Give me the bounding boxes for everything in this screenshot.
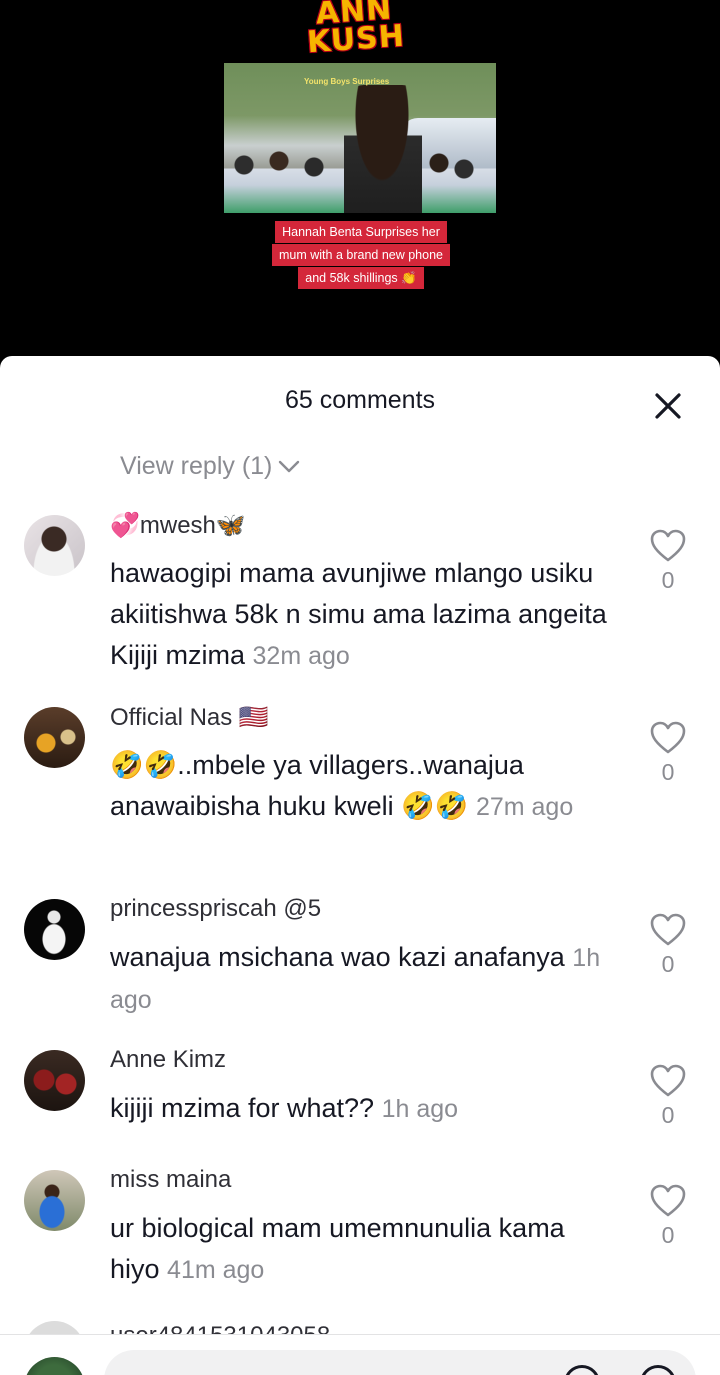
comment-text: 🤣🤣..mbele ya villagers..wanajua anawaibi… xyxy=(110,745,610,828)
video-caption: Hannah Benta Surprises her mum with a br… xyxy=(262,221,460,290)
comment-username[interactable]: miss maina xyxy=(110,1166,231,1194)
comment-text: kijiji mzima for what?? 1h ago xyxy=(110,1088,610,1130)
comment-username[interactable]: Anne Kimz xyxy=(110,1046,226,1074)
heart-outline-icon xyxy=(650,721,686,754)
heart-outline-icon xyxy=(650,529,686,562)
like-button[interactable]: 0 xyxy=(649,1184,687,1249)
comment-body: 🤣🤣..mbele ya villagers..wanajua anawaibi… xyxy=(110,750,524,821)
avatar[interactable] xyxy=(24,899,85,960)
comment-time: 32m ago xyxy=(252,642,350,670)
chevron-down-icon xyxy=(279,460,300,472)
heart-outline-icon xyxy=(650,1184,686,1217)
like-count: 0 xyxy=(661,567,675,593)
view-reply-label: View reply (1) xyxy=(120,452,273,480)
like-count: 0 xyxy=(661,1222,675,1248)
comment-username[interactable]: princesspriscah @5 xyxy=(110,895,321,923)
like-count: 0 xyxy=(661,1102,675,1128)
like-button[interactable]: 0 xyxy=(649,913,687,978)
like-count: 0 xyxy=(661,951,675,977)
heart-outline-icon xyxy=(650,913,686,946)
avatar[interactable] xyxy=(24,1170,85,1231)
comment-time: 41m ago xyxy=(167,1256,265,1284)
like-button[interactable]: 0 xyxy=(649,529,687,594)
caption-line: mum with a brand new phone xyxy=(272,244,450,266)
channel-logo: ANN KUSH xyxy=(305,0,406,61)
view-reply-button[interactable]: View reply (1) xyxy=(120,452,300,481)
avatar[interactable] xyxy=(24,1050,85,1111)
caption-line: Hannah Benta Surprises her xyxy=(275,221,447,243)
avatar[interactable] xyxy=(24,515,85,576)
thumbnail-caption: Young Boys Surprises xyxy=(304,77,390,86)
my-avatar xyxy=(24,1357,85,1375)
comment-username[interactable]: 💞mwesh🦋 xyxy=(110,511,246,540)
like-button[interactable]: 0 xyxy=(649,1064,687,1129)
close-button[interactable] xyxy=(650,388,686,424)
video-player[interactable]: ANN KUSH Young Boys Surprises Hannah Ben… xyxy=(0,0,720,380)
like-button[interactable]: 0 xyxy=(649,721,687,786)
comment-input-bar xyxy=(0,1334,720,1375)
comment-time: 27m ago xyxy=(475,793,574,821)
caption-line: and 58k shillings 👏 xyxy=(298,267,424,289)
heart-outline-icon xyxy=(650,1064,686,1097)
comment-body: hawaogipi mama avunjiwe mlango usiku aki… xyxy=(110,558,607,670)
close-icon xyxy=(655,393,681,419)
comment-text: hawaogipi mama avunjiwe mlango usiku aki… xyxy=(110,553,610,677)
thumbnail-person xyxy=(344,85,422,213)
comments-count-title: 65 comments xyxy=(284,386,436,414)
video-thumbnail: Young Boys Surprises xyxy=(224,63,496,213)
like-count: 0 xyxy=(661,759,675,785)
comment-text: wanajua msichana wao kazi anafanya 1h ag… xyxy=(110,937,610,1021)
comment-username[interactable]: Official Nas 🇺🇸 xyxy=(110,703,269,732)
avatar[interactable] xyxy=(24,707,85,768)
comment-body: wanajua msichana wao kazi anafanya xyxy=(110,942,565,972)
comment-text: ur biological mam umemnunulia kama hiyo … xyxy=(110,1208,610,1291)
comment-input[interactable] xyxy=(104,1350,696,1375)
comment-time: 1h ago xyxy=(381,1095,459,1123)
comments-sheet: 65 comments View reply (1) 💞mwesh🦋 hawao… xyxy=(0,356,720,1375)
comment-body: kijiji mzima for what?? xyxy=(110,1093,375,1123)
